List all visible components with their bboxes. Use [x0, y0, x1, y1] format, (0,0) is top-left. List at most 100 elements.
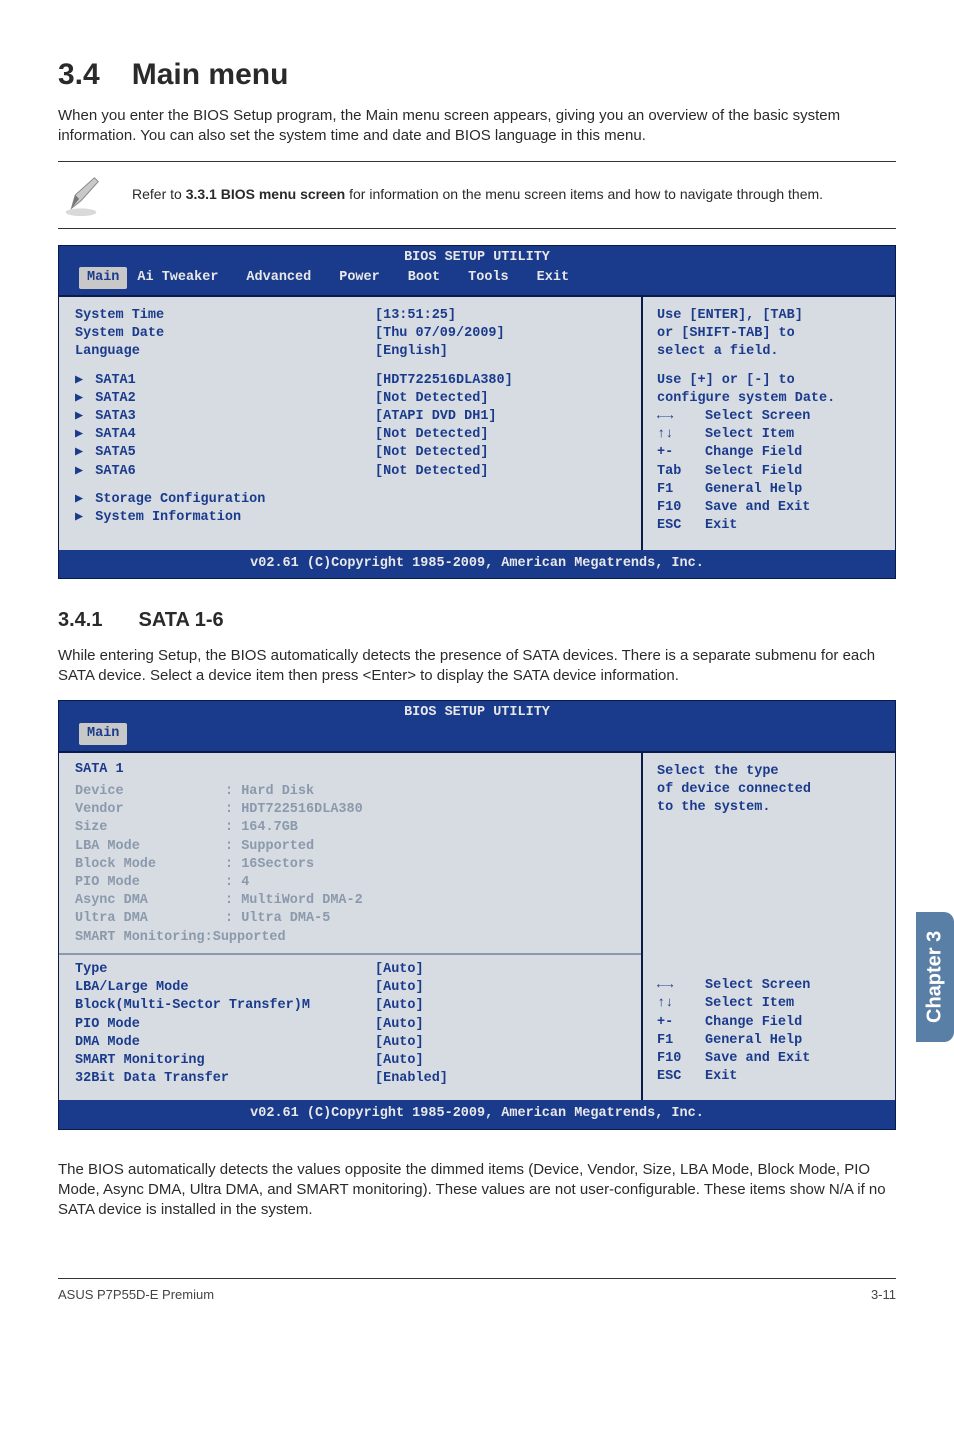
bios-config-row: 32Bit Data Transfer[Enabled]	[75, 1070, 625, 1088]
footer-left: ASUS P7P55D-E Premium	[58, 1287, 214, 1302]
help-line: configure system Date.	[657, 390, 881, 408]
field-value: : HDT722516DLA380	[225, 801, 363, 819]
field-label: ▶ SATA4	[75, 426, 375, 444]
field-label: ▶ SATA2	[75, 390, 375, 408]
bios-field-row: Language[English]	[75, 343, 625, 361]
help-key-row: ESCExit	[657, 1068, 881, 1086]
help-key-row: F1General Help	[657, 481, 881, 499]
help-line: Select the type	[657, 763, 881, 781]
bios-sata-row: ▶ SATA2[Not Detected]	[75, 390, 625, 408]
help-key: +-	[657, 444, 705, 462]
bios-info-row: SMART Monitoring:Supported	[75, 929, 625, 947]
field-label: Device	[75, 783, 225, 801]
submenu-label: ▶ Storage Configuration	[75, 491, 375, 509]
bios-sata-row: ▶ SATA4[Not Detected]	[75, 426, 625, 444]
triangle-icon: ▶	[75, 373, 83, 388]
help-key-row: ←→Select Screen	[657, 977, 881, 995]
bios-tab: Main	[79, 723, 127, 745]
help-key-row: ↑↓Select Item	[657, 995, 881, 1013]
help-key: ←→	[657, 977, 705, 995]
field-value: [Not Detected]	[375, 444, 488, 462]
subsection-heading: 3.4.1 SATA 1-6	[58, 609, 896, 632]
bios-sata-row: ▶ SATA6[Not Detected]	[75, 463, 625, 481]
bios-submenu-row: ▶ System Information	[75, 509, 625, 527]
page-footer: ASUS P7P55D-E Premium 3-11	[58, 1278, 896, 1302]
help-key-desc: Select Item	[705, 995, 794, 1013]
help-key: ↑↓	[657, 426, 705, 444]
field-label: PIO Mode	[75, 874, 225, 892]
help-key-desc: Select Screen	[705, 977, 810, 995]
bios-tab: Advanced	[236, 267, 329, 289]
subsection-intro: While entering Setup, the BIOS automatic…	[58, 646, 896, 687]
field-label: PIO Mode	[75, 1016, 375, 1034]
field-value: [Not Detected]	[375, 426, 488, 444]
sata-header: SATA 1	[75, 761, 625, 779]
bios-main-screen: BIOS SETUP UTILITY MainAi TweakerAdvance…	[58, 245, 896, 579]
help-key-desc: Exit	[705, 1068, 737, 1086]
help-key-row: ↑↓Select Item	[657, 426, 881, 444]
field-label: ▶ SATA3	[75, 408, 375, 426]
help-key-row: TabSelect Field	[657, 463, 881, 481]
help-key-row: F10Save and Exit	[657, 1050, 881, 1068]
bios-info-row: LBA Mode: Supported	[75, 838, 625, 856]
help-key-row: +-Change Field	[657, 1014, 881, 1032]
field-value: [Thu 07/09/2009]	[375, 325, 505, 343]
field-label: LBA Mode	[75, 838, 225, 856]
field-value: [English]	[375, 343, 448, 361]
note-text: Refer to 3.3.1 BIOS menu screen for info…	[132, 185, 823, 204]
bios-info-row: Device: Hard Disk	[75, 783, 625, 801]
section-heading: 3.4Main menu	[58, 58, 896, 92]
triangle-icon: ▶	[75, 464, 83, 479]
help-key-desc: Change Field	[705, 444, 802, 462]
bios-sata-row: ▶ SATA3[ATAPI DVD DH1]	[75, 408, 625, 426]
bios-footer: v02.61 (C)Copyright 1985-2009, American …	[59, 550, 895, 578]
help-key: ESC	[657, 517, 705, 535]
bios-tabs: MainAi TweakerAdvancedPowerBootToolsExit	[59, 267, 895, 295]
field-label: SMART Monitoring	[75, 1052, 375, 1070]
help-key: ESC	[657, 1068, 705, 1086]
field-value: [Not Detected]	[375, 390, 488, 408]
subsection-number: 3.4.1	[58, 609, 102, 632]
help-key: F1	[657, 1032, 705, 1050]
bios-info-row: Size: 164.7GB	[75, 819, 625, 837]
bios-sata-row: ▶ SATA5[Not Detected]	[75, 444, 625, 462]
subsection-title: SATA 1-6	[138, 609, 223, 631]
triangle-icon: ▶	[75, 391, 83, 406]
field-value: [Not Detected]	[375, 463, 488, 481]
bios-info-row: Async DMA: MultiWord DMA-2	[75, 892, 625, 910]
field-value: [Enabled]	[375, 1070, 448, 1088]
help-line: or [SHIFT-TAB] to	[657, 325, 881, 343]
help-key-desc: Save and Exit	[705, 1050, 810, 1068]
help-key-desc: Exit	[705, 517, 737, 535]
bios-footer: v02.61 (C)Copyright 1985-2009, American …	[59, 1100, 895, 1128]
field-value: [Auto]	[375, 1016, 424, 1034]
help-key-desc: Select Item	[705, 426, 794, 444]
bios-info-row: Block Mode: 16Sectors	[75, 856, 625, 874]
field-label: LBA/Large Mode	[75, 979, 375, 997]
field-label: System Date	[75, 325, 375, 343]
help-line: to the system.	[657, 799, 881, 817]
field-label: ▶ SATA6	[75, 463, 375, 481]
bios-tabs: Main	[59, 723, 895, 751]
triangle-icon: ▶	[75, 409, 83, 424]
triangle-icon: ▶	[75, 492, 83, 507]
help-key-desc: General Help	[705, 481, 802, 499]
field-value: [Auto]	[375, 1052, 424, 1070]
help-key: F10	[657, 1050, 705, 1068]
section-title: Main menu	[132, 58, 289, 91]
bios-config-row: DMA Mode[Auto]	[75, 1034, 625, 1052]
help-key: ↑↓	[657, 995, 705, 1013]
bios-info-row: Ultra DMA: Ultra DMA-5	[75, 910, 625, 928]
bios-sata-row: ▶ SATA1[HDT722516DLA380]	[75, 372, 625, 390]
help-key-desc: Select Field	[705, 463, 802, 481]
bios-config-row: LBA/Large Mode[Auto]	[75, 979, 625, 997]
field-label: Block(Multi-Sector Transfer)M	[75, 997, 375, 1015]
field-value: : 164.7GB	[225, 819, 298, 837]
help-key-row: ESCExit	[657, 517, 881, 535]
help-key-row: +-Change Field	[657, 444, 881, 462]
field-value: : MultiWord DMA-2	[225, 892, 363, 910]
help-line: Use [ENTER], [TAB]	[657, 307, 881, 325]
field-value: [Auto]	[375, 1034, 424, 1052]
submenu-label: ▶ System Information	[75, 509, 375, 527]
bios-field-row: System Time[13:51:25]	[75, 307, 625, 325]
